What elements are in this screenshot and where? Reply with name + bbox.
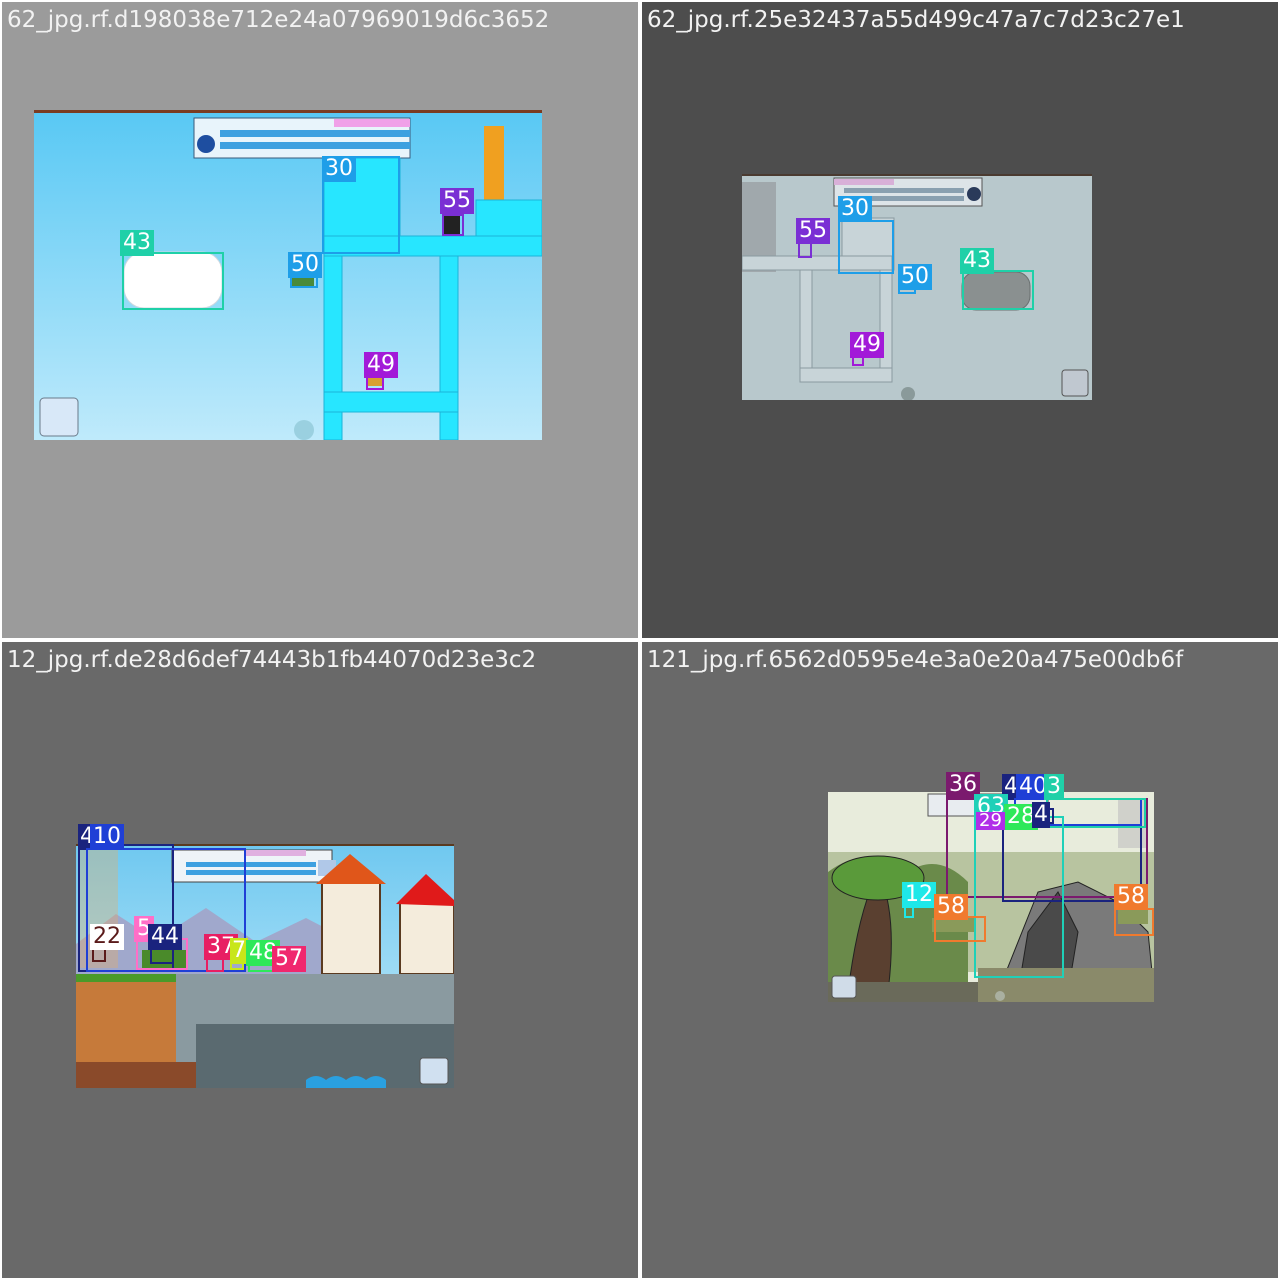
label-55: 55 [796, 218, 830, 244]
label-43: 43 [960, 248, 994, 274]
panel-title: 12_jpg.rf.de28d6def74443b1fb44070d23e3c2 [7, 647, 537, 673]
bbox-43 [962, 270, 1034, 310]
bbox-55 [798, 242, 812, 258]
bbox-58b [1114, 908, 1154, 936]
panel-title: 62_jpg.rf.d198038e712e24a07969019d6c3652 [7, 7, 550, 33]
panel-4: 121_jpg.rf.6562d0595e4e3a0e20a475e00db6f… [642, 642, 1278, 1278]
label-30: 30 [322, 156, 356, 182]
panel-2: 62_jpg.rf.25e32437a55d499c47a7c7d23c27e1… [642, 2, 1278, 638]
panel-3: 12_jpg.rf.de28d6def74443b1fb44070d23e3c2 [2, 642, 638, 1278]
label-4b: 4 [1032, 802, 1050, 828]
label-55: 55 [440, 188, 474, 214]
bbox-22 [92, 948, 106, 962]
label-58a: 58 [934, 894, 968, 920]
label-3: 3 [1044, 774, 1064, 800]
bbox-43 [122, 252, 224, 310]
label-30: 30 [838, 196, 872, 222]
label-50: 50 [898, 264, 932, 290]
label-12: 12 [902, 882, 936, 908]
label-29: 29 [976, 812, 1005, 830]
bbox-55 [442, 214, 464, 236]
panel-title: 62_jpg.rf.25e32437a55d499c47a7c7d23c27e1 [647, 7, 1185, 33]
bbox-63 [974, 816, 1064, 978]
label-58b: 58 [1114, 884, 1148, 910]
label-50: 50 [288, 252, 322, 278]
label-44: 44 [148, 924, 182, 950]
panel-1: 62_jpg.rf.d198038e712e24a07969019d6c3652 [2, 2, 638, 638]
label-49: 49 [364, 352, 398, 378]
label-22: 22 [90, 924, 124, 950]
panel-title: 121_jpg.rf.6562d0595e4e3a0e20a475e00db6f [647, 647, 1184, 673]
label-43: 43 [120, 230, 154, 256]
divider-horizontal [0, 638, 1280, 642]
label-57: 57 [272, 946, 306, 972]
label-10: 10 [90, 824, 124, 850]
bbox-30 [838, 220, 894, 274]
bbox-49 [366, 376, 384, 390]
label-49: 49 [850, 332, 884, 358]
